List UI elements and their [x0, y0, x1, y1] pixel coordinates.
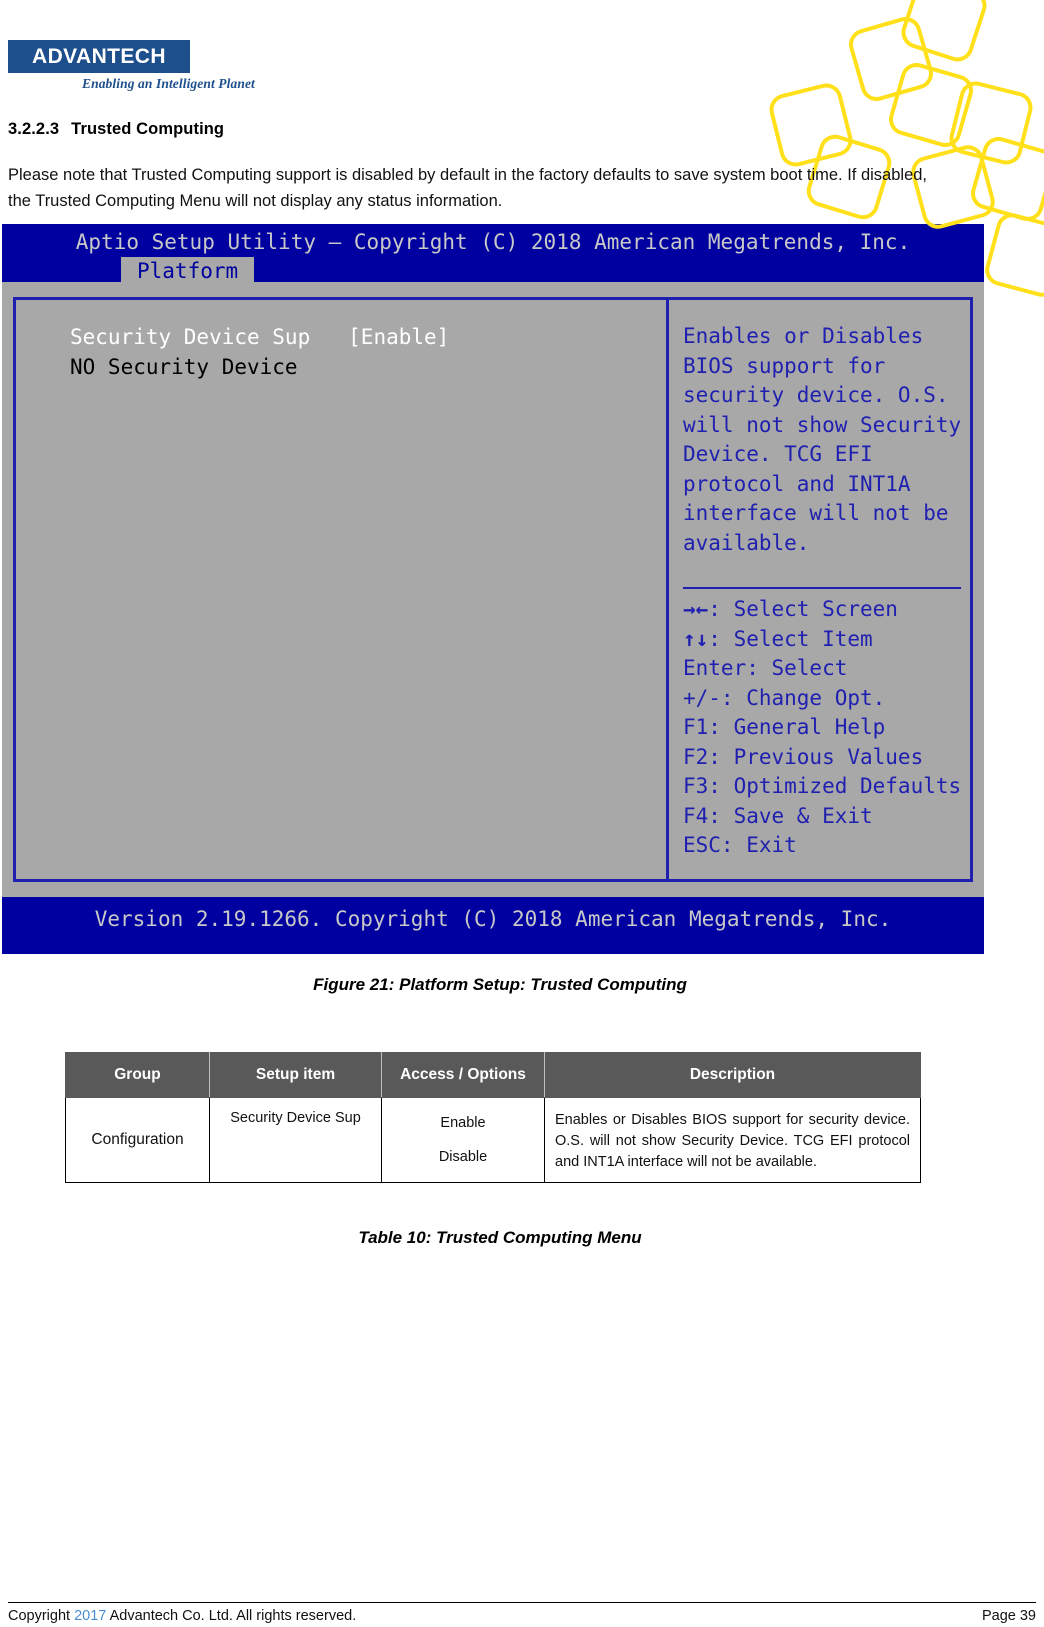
bios-title-bar: Aptio Setup Utility – Copyright (C) 2018… [2, 224, 984, 287]
bios-version-text: Version 2.19.1266. Copyright (C) 2018 Am… [94, 907, 892, 931]
decor-square [766, 80, 856, 170]
intro-paragraph: Please note that Trusted Computing suppo… [8, 166, 928, 210]
bios-settings-pane: Security Device Sup [Enable] NO Security… [16, 300, 666, 879]
cell-setup-item: Security Device Sup [209, 1097, 382, 1183]
logo-wordmark: ADVANTECH [32, 44, 166, 68]
cell-description: Enables or Disables BIOS support for sec… [544, 1097, 921, 1183]
bios-help-line: available. [683, 530, 810, 555]
bios-help-pane: Enables or Disables BIOS support for sec… [669, 300, 973, 879]
bios-key-line: F2: Previous Values [683, 744, 924, 769]
footer-copyright-prefix: Copyright [8, 1608, 71, 1624]
table-row: Configuration Security Device Sup Enable… [65, 1097, 921, 1183]
bios-key-line: F4: Save & Exit [683, 803, 873, 828]
option-disable: Disable [438, 1149, 488, 1165]
column-header-access-options: Access / Options [381, 1052, 545, 1098]
bios-help-line: BIOS support for [683, 353, 886, 378]
bios-setting-value-text: [Enable] [348, 325, 450, 349]
decor-square [897, 0, 991, 66]
arrow-up-down-icon: ↑↓ [683, 626, 709, 651]
decor-square [885, 59, 977, 151]
bios-key-line: ESC: Exit [683, 833, 797, 857]
column-header-setup-item: Setup item [209, 1052, 382, 1098]
decor-square [967, 133, 1044, 225]
footer-year: 2017 [74, 1608, 107, 1624]
bios-key-line: →←: Select Screen [683, 595, 973, 625]
bios-footer-bar: Version 2.19.1266. Copyright (C) 2018 Am… [2, 897, 984, 954]
bios-help-line: Device. TCG EFI [683, 442, 873, 466]
footer-copyright: Copyright 2017 Advantech Co. Ltd. All ri… [8, 1608, 356, 1624]
cell-group: Configuration [65, 1097, 210, 1183]
bios-key-line: +/-: Change Opt. [683, 685, 886, 710]
bios-setting-value [310, 325, 348, 349]
bios-setting-label: Security Device Sup [70, 325, 311, 349]
bios-help-line: Enables or Disables [683, 324, 924, 348]
column-header-group: Group [65, 1052, 210, 1098]
decor-square [981, 209, 1044, 301]
section-number: 3.2.2.3 [8, 120, 60, 138]
bios-help-line: interface will not be [683, 501, 949, 525]
table-header-row: Group Setup item Access / Options Descri… [65, 1052, 921, 1098]
bios-help-line: security device. O.S. [683, 383, 949, 407]
bios-help-divider [683, 587, 961, 589]
bios-title-text: Aptio Setup Utility – Copyright (C) 2018… [75, 230, 911, 254]
bios-help-line: will not show Security [683, 412, 962, 437]
figure-caption: Figure 21: Platform Setup: Trusted Compu… [313, 975, 687, 994]
bios-key-line: F3: Optimized Defaults [683, 774, 962, 798]
column-header-description: Description [544, 1052, 921, 1098]
footer-divider [8, 1602, 1036, 1603]
bios-help-text: Enables or Disables BIOS support for sec… [683, 322, 973, 558]
footer-copyright-suffix: Advantech Co. Ltd. All rights reserved. [109, 1608, 357, 1624]
bios-screenshot: Aptio Setup Utility – Copyright (C) 2018… [2, 224, 984, 954]
bios-key-text: : Select Screen [708, 597, 898, 621]
bios-panel: Security Device Sup [Enable] NO Security… [13, 297, 973, 882]
section-title: Trusted Computing [71, 120, 225, 138]
section-heading: 3.2.2.3 Trusted Computing [8, 120, 224, 139]
option-enable: Enable [440, 1115, 486, 1131]
table-caption: Table 10: Trusted Computing Menu [358, 1228, 642, 1247]
bios-help-line: protocol and INT1A [683, 471, 911, 496]
footer-page-number: Page 39 [981, 1608, 1036, 1624]
bios-key-line: Enter: Select [683, 656, 848, 680]
arrow-left-right-icon: →← [683, 597, 709, 621]
bios-setting-row[interactable]: Security Device Sup [Enable] [70, 322, 666, 352]
cell-access-options: Enable Disable [381, 1097, 545, 1183]
bios-status-row: NO Security Device [70, 355, 298, 379]
bios-key-line: ↑↓: Select Item [683, 625, 973, 655]
advantech-logo: ADVANTECH [8, 40, 190, 73]
bios-key-line: F1: General Help [683, 715, 886, 739]
trusted-computing-table: Group Setup item Access / Options Descri… [65, 1052, 921, 1183]
decor-square [946, 78, 1036, 168]
bios-body: Security Device Sup [Enable] NO Security… [2, 282, 984, 897]
logo-tagline: Enabling an Intelligent Planet [82, 76, 255, 91]
bios-key-legend: →←: Select Screen ↑↓: Select Item Enter:… [683, 595, 973, 861]
bios-key-text: : Select Item [708, 626, 873, 651]
page-header: ADVANTECH Enabling an Intelligent Planet [8, 40, 308, 92]
decor-square [845, 13, 937, 105]
